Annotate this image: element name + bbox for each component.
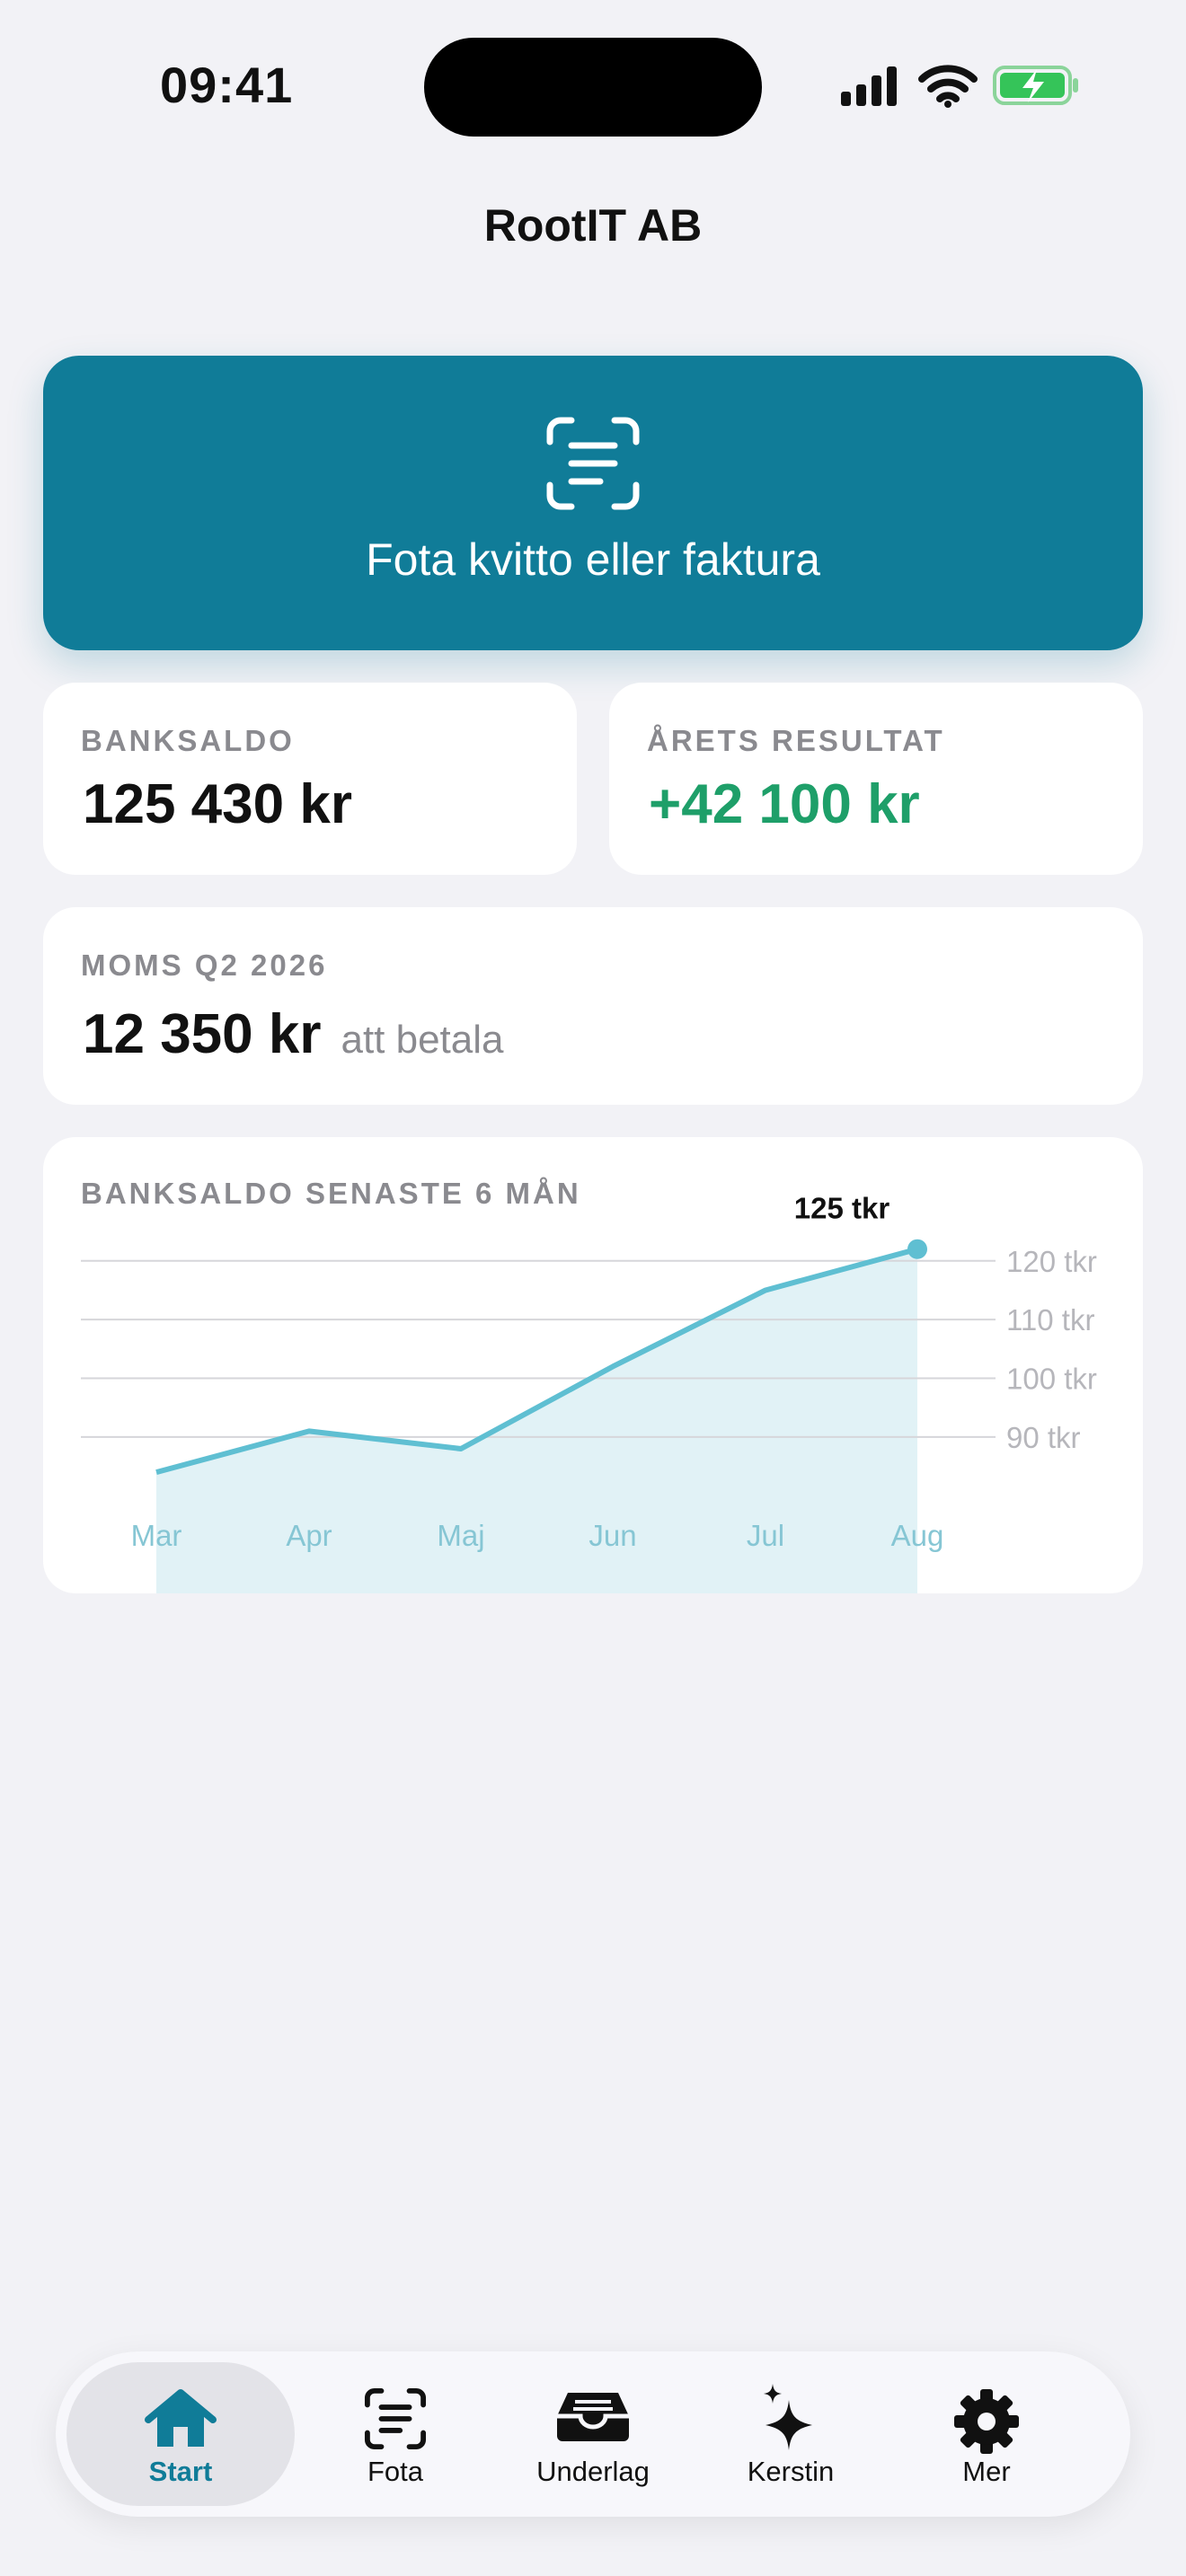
bank-balance-card[interactable]: BANKSALDO 125 430 kr	[43, 683, 577, 875]
x-tick-label: Mar	[131, 1519, 182, 1552]
tab-underlag[interactable]: Underlag	[494, 2362, 692, 2506]
status-time: 09:41	[160, 57, 294, 113]
bank-balance-value: 125 430 kr	[83, 773, 352, 835]
y-tick-label: 110 tkr	[1006, 1303, 1094, 1337]
tab-mer-label: Mer	[962, 2456, 1011, 2487]
vat-value-row: 12 350 kr att betala	[83, 1002, 504, 1066]
year-result-label: ÅRETS RESULTAT	[647, 724, 945, 757]
x-tick-label: Jun	[589, 1519, 636, 1552]
cellular-signal-icon	[841, 66, 897, 106]
year-result-value: +42 100 kr	[649, 773, 920, 835]
bank-balance-label: BANKSALDO	[81, 724, 295, 757]
vat-amount: 12 350 kr	[83, 1003, 322, 1065]
company-name: RootIT AB	[483, 200, 703, 251]
tab-underlag-label: Underlag	[536, 2456, 650, 2487]
x-tick-label: Maj	[437, 1519, 484, 1552]
tab-mer[interactable]: Mer	[897, 2362, 1076, 2506]
tab-start[interactable]: Start	[66, 2362, 295, 2506]
last-point-marker	[907, 1239, 927, 1259]
y-tick-label: 90 tkr	[1006, 1421, 1081, 1454]
x-tick-label: Aug	[891, 1519, 944, 1552]
sparkles-icon	[764, 2384, 812, 2450]
document-scanner-icon	[546, 417, 640, 510]
y-tick-label: 100 tkr	[1006, 1363, 1097, 1396]
tab-kerstin[interactable]: Kerstin	[701, 2362, 881, 2506]
battery-charging-icon	[993, 66, 1078, 105]
tab-bar: Start Fota Underlag Kerstin Mer	[56, 2351, 1130, 2517]
vat-status: att betala	[341, 1018, 504, 1062]
tab-fota-label: Fota	[367, 2456, 424, 2487]
wifi-icon	[918, 65, 978, 108]
dynamic-island	[424, 38, 762, 137]
home-screen: 09:41 RootIT AB Fota kvitto eller faktur…	[0, 0, 1186, 2576]
gear-icon	[954, 2389, 1019, 2454]
inbox-tray-icon	[557, 2393, 629, 2441]
document-scanner-icon	[364, 2387, 427, 2450]
scan-button-label: Fota kvitto eller faktura	[366, 534, 820, 585]
area-fill	[156, 1248, 917, 1593]
balance-line-chart: 90 tkr 100 tkr 110 tkr 120 tkr 125 tkr Mar Apr…	[81, 1192, 1097, 1593]
tab-fota[interactable]: Fota	[305, 2362, 485, 2506]
vat-card[interactable]: MOMS Q2 2026 12 350 kr att betala	[43, 907, 1143, 1105]
house-icon	[145, 2389, 217, 2447]
scan-receipt-button[interactable]: Fota kvitto eller faktura	[43, 356, 1143, 650]
last-value-label: 125 tkr	[794, 1192, 890, 1225]
vat-label: MOMS Q2 2026	[81, 948, 328, 982]
tab-start-label: Start	[148, 2456, 213, 2487]
tab-kerstin-label: Kerstin	[747, 2456, 835, 2487]
year-result-card[interactable]: ÅRETS RESULTAT +42 100 kr	[609, 683, 1143, 875]
balance-chart-card: BANKSALDO SENASTE 6 MÅN 90 tkr 100 tkr 110…	[43, 1137, 1143, 1593]
x-tick-label: Apr	[286, 1519, 332, 1552]
y-tick-label: 120 tkr	[1006, 1245, 1097, 1278]
x-tick-label: Jul	[747, 1519, 784, 1552]
